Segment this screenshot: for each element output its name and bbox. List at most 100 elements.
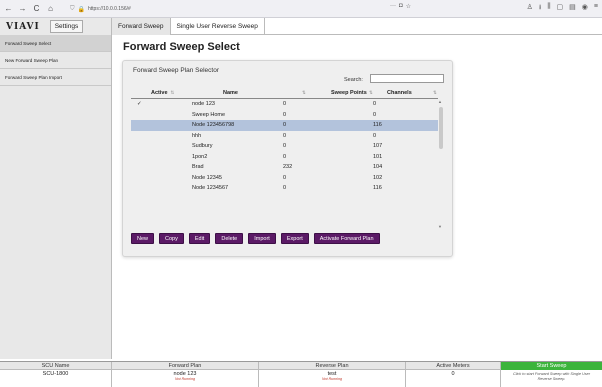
forward-plan-label: Forward Plan — [112, 362, 258, 370]
cell-name: Node 12345 — [192, 174, 222, 181]
browser-toolbar: ← → C ⌂ ⛉ 🔒 https://10.0.0.156/# ··· ◘ ☆… — [0, 0, 602, 18]
pocket-icon[interactable]: ◘ — [399, 3, 403, 10]
start-sweep-label[interactable]: Start Sweep — [501, 362, 602, 370]
column-header-channels[interactable]: Channels — [387, 90, 412, 96]
column-header-active[interactable]: Active ⇅ — [151, 90, 174, 96]
forward-icon[interactable]: → — [17, 3, 28, 14]
cell-name: Node 1234567 — [192, 185, 229, 191]
table-scrollbar[interactable]: ▲ ▼ — [438, 99, 444, 229]
cell-name: Node 123456798 — [192, 122, 235, 128]
account-icon[interactable]: ◉ — [582, 3, 588, 14]
sidebar-item-forward-sweep-select[interactable]: Forward Sweep Select — [0, 35, 111, 52]
bookmark-star-icon[interactable]: ☆ — [406, 3, 411, 10]
column-header-name[interactable]: Name — [223, 90, 238, 96]
active-check-icon: ✓ — [137, 101, 142, 107]
scroll-down-icon[interactable]: ▼ — [438, 224, 442, 229]
settings-button[interactable]: Settings — [49, 20, 84, 33]
cell-points: 0 — [283, 111, 287, 118]
cell-channels: 104 — [373, 164, 383, 170]
export-button[interactable]: Export — [280, 233, 309, 244]
sort-icon: ⇅ — [369, 90, 373, 95]
cell-name: Sudbury — [192, 143, 213, 149]
table-row[interactable]: hhh 0 0 — [131, 131, 438, 142]
scroll-up-icon[interactable]: ▲ — [438, 99, 442, 104]
table-row[interactable]: Sudbury 0 107 — [131, 141, 438, 152]
tab-single-user-reverse-sweep[interactable]: Single User Reverse Sweep — [171, 18, 265, 35]
cell-name: node 123 — [192, 101, 215, 107]
status-footer: SCU Name SCU-1800 Forward Plan node 123 … — [0, 361, 602, 387]
download-icon[interactable]: ⭳ — [539, 3, 541, 14]
scroll-thumb[interactable] — [439, 107, 443, 149]
sidebar-item-new-forward-sweep-plan[interactable]: New Forward Sweep Plan — [0, 52, 111, 69]
search-input[interactable] — [370, 74, 444, 83]
cell-points: 0 — [283, 132, 287, 139]
cell-points: 0 — [283, 101, 287, 107]
sort-icon: ⇅ — [433, 90, 437, 95]
sidebar-icon[interactable]: ▢ — [557, 3, 564, 14]
sweep-plan-selector-panel: Forward Sweep Plan Selector Search: Acti… — [122, 60, 453, 257]
start-sweep-note: Click to start Forward Sweep with Single… — [512, 372, 591, 381]
panel-title: Forward Sweep Plan Selector — [133, 67, 219, 74]
cell-name: 1pon2 — [192, 153, 208, 160]
delete-button[interactable]: Delete — [215, 233, 244, 244]
cell-points: 0 — [283, 122, 287, 128]
table-row[interactable]: Node 1234567 0 116 — [131, 183, 438, 194]
scu-name-column: SCU Name SCU-1800 — [0, 362, 112, 387]
viavi-logo: VIAVI — [6, 21, 40, 32]
tab-forward-sweep[interactable]: Forward Sweep — [112, 18, 171, 35]
menu-icon[interactable]: ≡ — [594, 3, 598, 14]
lock-warning-icon: 🔒 — [77, 6, 85, 13]
table-row[interactable]: Node 12345 0 102 — [131, 173, 438, 184]
shield-icon: ⛉ — [70, 5, 75, 12]
plan-table-body: ✓ node 123 0 0 Sweep Home 0 0 Node 12345… — [131, 99, 438, 229]
activate-forward-plan-button[interactable]: Activate Forward Plan — [313, 233, 380, 244]
url-text: https://10.0.0.156/# — [88, 6, 131, 12]
cell-points: 0 — [283, 143, 287, 149]
url-bar[interactable]: ⛉ 🔒 https://10.0.0.156/# — [70, 3, 370, 15]
scu-name-label: SCU Name — [0, 362, 111, 370]
table-row[interactable]: 1pon2 0 101 — [131, 152, 438, 163]
home-icon[interactable]: ⌂ — [45, 3, 56, 14]
reverse-plan-label: Reverse Plan — [259, 362, 405, 370]
copy-button[interactable]: Copy — [159, 233, 184, 244]
active-meters-value: 0 — [451, 371, 455, 377]
cell-channels: 101 — [373, 153, 383, 160]
start-sweep-button[interactable]: Start Sweep Click to start Forward Sweep… — [501, 362, 602, 387]
table-row[interactable]: Sweep Home 0 0 — [131, 110, 438, 121]
search-label: Search: — [344, 77, 363, 83]
cell-name: Sweep Home — [192, 111, 226, 118]
sidebar-item-forward-sweep-plan-import[interactable]: Forward Sweep Plan Import — [0, 69, 111, 86]
library-icon[interactable]: ⫼ — [547, 3, 550, 14]
cell-channels: 116 — [373, 185, 382, 191]
cell-channels: 107 — [373, 143, 383, 149]
cell-channels: 0 — [373, 132, 377, 139]
extension-icon[interactable]: ♙ — [527, 3, 533, 14]
table-row[interactable]: ✓ node 123 0 0 — [131, 99, 438, 110]
import-button[interactable]: Import — [248, 233, 276, 244]
reader-icon[interactable]: ▤ — [569, 3, 576, 14]
page-actions-icon[interactable]: ··· — [390, 3, 396, 10]
cell-points: 0 — [283, 185, 287, 191]
reload-icon[interactable]: C — [31, 3, 42, 14]
reverse-plan-status: Not Running — [322, 377, 342, 381]
reverse-plan-column: Reverse Plan test Not Running — [259, 362, 406, 387]
page-title: Forward Sweep Select — [123, 41, 240, 53]
action-buttons: New Copy Edit Delete Import Export Activ… — [131, 233, 380, 244]
forward-plan-status: Not Running — [175, 377, 195, 381]
table-row-selected[interactable]: Node 123456798 0 116 — [131, 120, 438, 131]
sidebar: Forward Sweep Select New Forward Sweep P… — [0, 35, 112, 359]
cell-channels: 116 — [373, 122, 382, 128]
edit-button[interactable]: Edit — [188, 233, 211, 244]
table-row[interactable]: Brad 232 104 — [131, 162, 438, 173]
scu-name-value: SCU-1800 — [42, 371, 69, 377]
back-icon[interactable]: ← — [3, 3, 14, 14]
column-header-sweep-points[interactable]: Sweep Points — [331, 90, 367, 96]
cell-channels: 102 — [373, 174, 383, 181]
sort-icon: ⇅ — [302, 90, 306, 95]
active-meters-column: Active Meters 0 — [406, 362, 501, 387]
table-header: Active ⇅ Name ⇅ Sweep Points ⇅ Channels ⇅ — [131, 88, 438, 99]
cell-channels: 0 — [373, 101, 377, 107]
cell-points: 0 — [283, 153, 287, 160]
new-button[interactable]: New — [131, 233, 155, 244]
cell-points: 0 — [283, 174, 287, 181]
